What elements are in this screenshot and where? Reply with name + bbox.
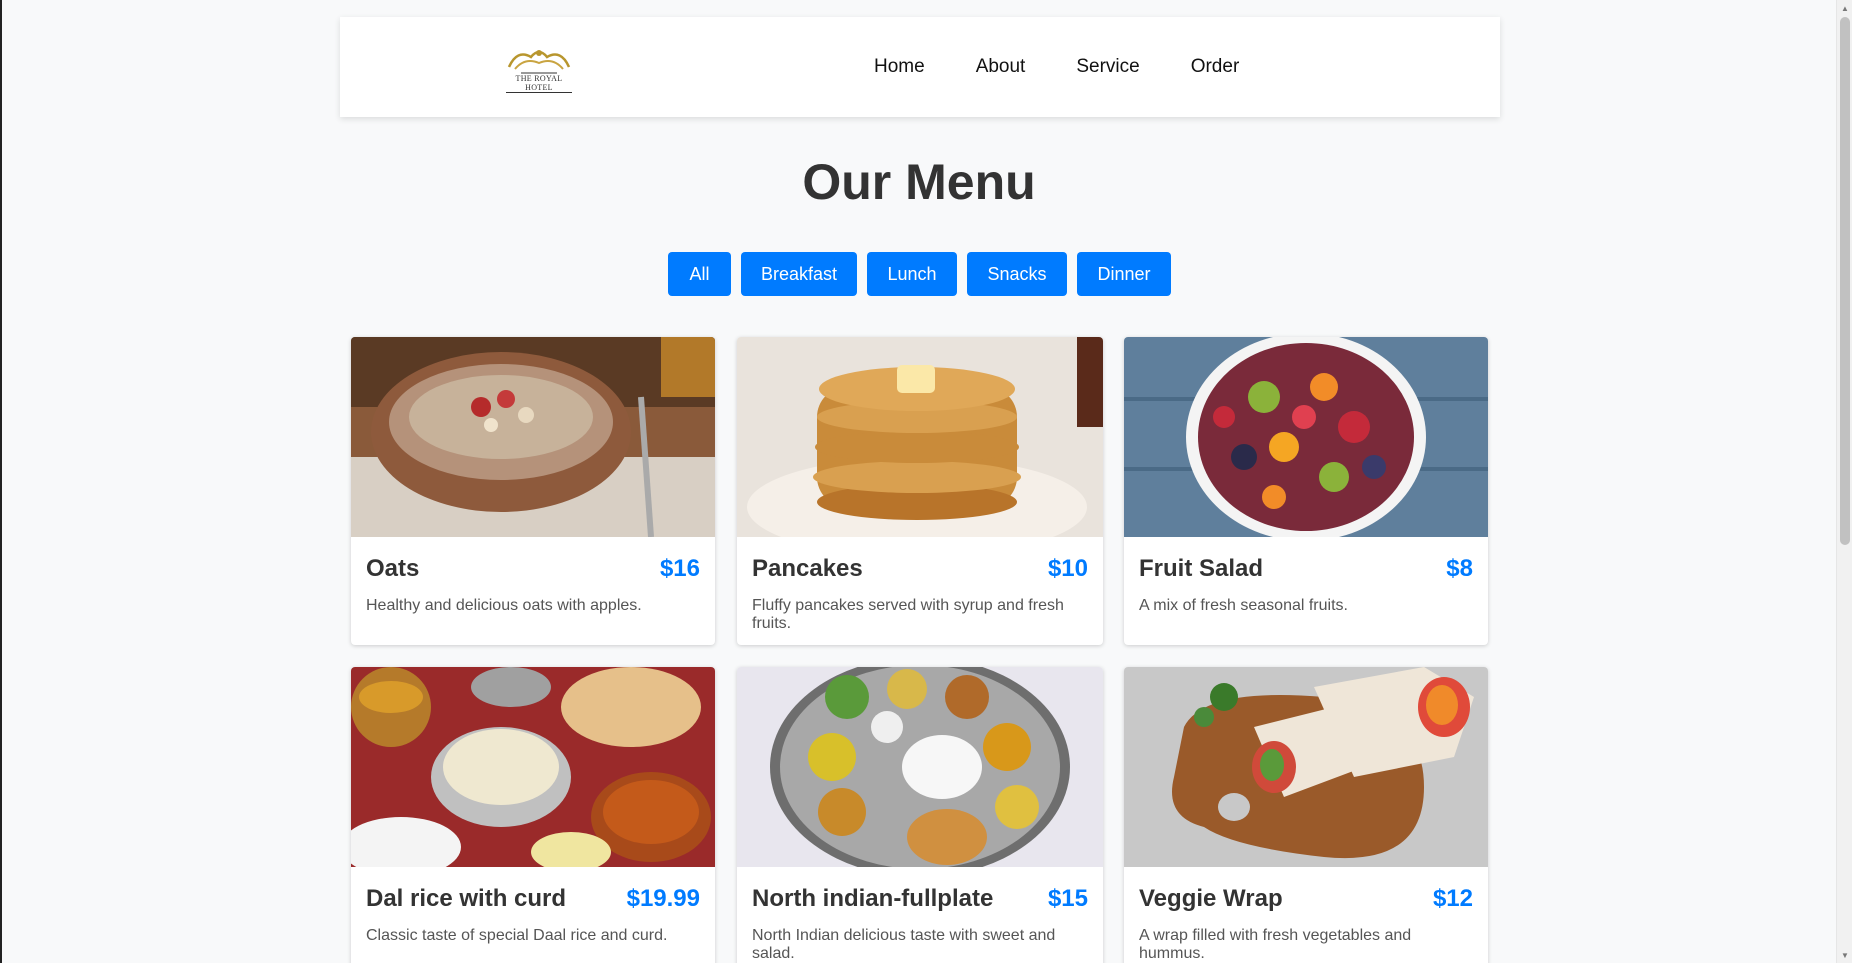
item-price: $16 <box>659 555 700 582</box>
nav-service-link[interactable]: Service <box>1076 56 1139 78</box>
scroll-up-arrow-icon[interactable]: ▲ <box>1837 0 1852 16</box>
menu-card-pancakes[interactable]: Pancakes $10 Fluffy pancakes served with… <box>737 337 1103 645</box>
item-description: A wrap filled with fresh vegetables and … <box>1139 927 1412 962</box>
item-description: A mix of fresh seasonal fruits. <box>1139 597 1348 614</box>
item-name: Pancakes <box>752 555 863 582</box>
item-description: Classic taste of special Daal rice and c… <box>366 927 668 944</box>
logo-text: THE ROYAL HOTEL <box>506 74 572 93</box>
item-name: Oats <box>366 555 420 582</box>
scrollbar-thumb[interactable] <box>1840 17 1850 545</box>
item-description: Healthy and delicious oats with apples. <box>366 597 642 614</box>
menu-card-oats[interactable]: Oats $16 Healthy and delicious oats with… <box>351 337 715 645</box>
menu-card-dal-rice[interactable]: Dal rice with curd $19.99 Classic taste … <box>351 667 715 963</box>
logo-crest-icon <box>507 50 571 74</box>
item-price: $12 <box>1432 885 1473 912</box>
item-name: Dal rice with curd <box>366 885 567 912</box>
window-left-edge <box>0 0 2 963</box>
item-price: $19.99 <box>626 885 700 912</box>
item-price: $10 <box>1047 555 1088 582</box>
fruit-salad-bowl-image <box>1124 337 1488 537</box>
filter-lunch-button[interactable]: Lunch <box>867 252 957 296</box>
filter-breakfast-button[interactable]: Breakfast <box>741 252 857 296</box>
thali-plate-image <box>737 667 1103 867</box>
scroll-down-arrow-icon[interactable]: ▼ <box>1837 947 1852 963</box>
veggie-wrap-image <box>1124 667 1488 867</box>
item-price: $15 <box>1047 885 1088 912</box>
nav-order-link[interactable]: Order <box>1191 56 1240 78</box>
site-header: THE ROYAL HOTEL Home About Service Order <box>340 17 1500 117</box>
page-title: Our Menu <box>802 154 1036 210</box>
item-name: Fruit Salad <box>1139 555 1264 582</box>
menu-card-fruit-salad[interactable]: Fruit Salad $8 A mix of fresh seasonal f… <box>1124 337 1488 645</box>
nav-about-link[interactable]: About <box>976 56 1026 78</box>
category-filters: All Breakfast Lunch Snacks Dinner <box>668 252 1181 296</box>
item-price: $8 <box>1446 555 1473 582</box>
dal-rice-spread-image <box>351 667 715 867</box>
item-name: North indian-fullplate <box>752 885 994 912</box>
pancakes-stack-image <box>737 337 1103 537</box>
filter-all-button[interactable]: All <box>668 252 731 296</box>
nav-home-link[interactable]: Home <box>874 56 925 78</box>
item-description: North Indian delicious taste with sweet … <box>752 927 1056 962</box>
menu-card-veggie-wrap[interactable]: Veggie Wrap $12 A wrap filled with fresh… <box>1124 667 1488 963</box>
item-name: Veggie Wrap <box>1139 885 1283 912</box>
filter-dinner-button[interactable]: Dinner <box>1077 252 1171 296</box>
page-scrollbar[interactable]: ▲ ▼ <box>1836 0 1852 963</box>
oats-bowl-image <box>351 337 715 537</box>
hotel-logo[interactable]: THE ROYAL HOTEL <box>501 43 577 93</box>
main-nav: Home About Service Order <box>874 17 1290 117</box>
menu-card-north-indian-fullplate[interactable]: North indian-fullplate $15 North Indian … <box>737 667 1103 963</box>
item-description: Fluffy pancakes served with syrup and fr… <box>752 597 1064 632</box>
filter-snacks-button[interactable]: Snacks <box>967 252 1067 296</box>
